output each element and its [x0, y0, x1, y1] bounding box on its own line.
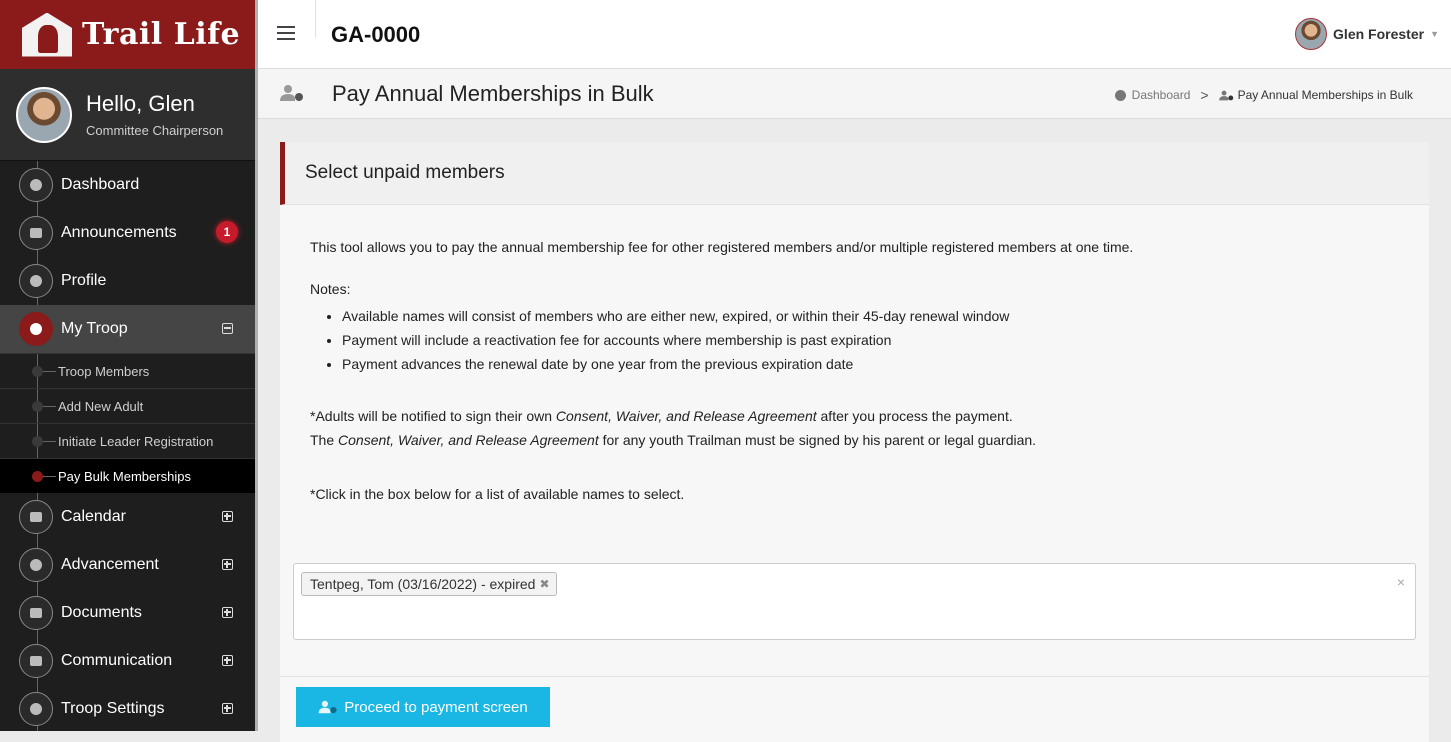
- sidebar-item-label: Advancement: [61, 556, 159, 573]
- trail-life-emblem-icon: [22, 12, 72, 57]
- sidebar-item-documents[interactable]: Documents: [0, 589, 255, 637]
- sidebar-item-label: Dashboard: [61, 176, 140, 193]
- page-title: Pay Annual Memberships in Bulk: [332, 81, 654, 106]
- clear-selection-icon[interactable]: ×: [1397, 574, 1405, 590]
- sidebar-item-announcements[interactable]: Announcements 1: [0, 209, 255, 257]
- user-name: Glen Forester: [1333, 26, 1425, 42]
- select-members-panel: Select unpaid members This tool allows y…: [280, 142, 1429, 742]
- list-item: Available names will consist of members …: [342, 304, 1417, 328]
- user-payment-icon: [280, 85, 303, 101]
- breadcrumb: Dashboard > Pay Annual Memberships in Bu…: [1114, 87, 1413, 103]
- sidebar-subitem-pay-bulk-memberships[interactable]: Pay Bulk Memberships: [0, 458, 255, 493]
- brand-name: Trail Life: [82, 17, 241, 52]
- chevron-right-icon: >: [1200, 87, 1209, 103]
- sidebar-item-label: My Troop: [61, 320, 128, 337]
- avatar: [1295, 18, 1328, 50]
- page-header: Pay Annual Memberships in Bulk Dashboard…: [258, 69, 1451, 119]
- intro-text: This tool allows you to pay the annual m…: [310, 239, 1134, 255]
- sidebar-item-my-troop[interactable]: My Troop: [0, 305, 255, 353]
- agreement-name: Consent, Waiver, and Release Agreement: [338, 432, 599, 448]
- top-bar: GA-0000 Glen Forester ▼: [258, 0, 1451, 69]
- list-item: Payment will include a reactivation fee …: [342, 328, 1417, 352]
- button-label: Proceed to payment screen: [344, 698, 528, 716]
- megaphone-icon: [19, 216, 53, 250]
- sidebar-item-advancement[interactable]: Advancement: [0, 541, 255, 589]
- sidebar-nav: Dashboard Announcements 1 Profile My Tro…: [0, 161, 255, 731]
- group-icon: [19, 312, 53, 346]
- sidebar-item-communication[interactable]: Communication: [0, 637, 255, 685]
- user-summary: Hello, Glen Committee Chairperson: [0, 69, 255, 161]
- panel-title: Select unpaid members: [305, 162, 505, 183]
- user-payment-icon: [1218, 90, 1233, 100]
- list-item: Payment advances the renewal date by one…: [342, 352, 1417, 376]
- sidebar-subitem-label: Pay Bulk Memberships: [58, 468, 191, 484]
- sidebar-item-troop-settings[interactable]: Troop Settings: [0, 685, 255, 731]
- proceed-to-payment-button[interactable]: Proceed to payment screen: [296, 687, 550, 727]
- dashboard-icon: [1114, 89, 1126, 101]
- user-payment-icon: [318, 700, 337, 714]
- sidebar-subitem-label: Troop Members: [58, 363, 150, 379]
- chip-label: Tentpeg, Tom (03/16/2022) - expired: [310, 576, 536, 592]
- agreement-name: Consent, Waiver, and Release Agreement: [555, 408, 817, 424]
- user-greeting: Hello, Glen: [86, 91, 195, 116]
- breadcrumb-dashboard-link[interactable]: Dashboard: [1132, 88, 1191, 102]
- sidebar-item-label: Announcements: [61, 224, 177, 241]
- panel-header: Select unpaid members: [280, 142, 1429, 205]
- legal-notice: *Adults will be notified to sign their o…: [310, 408, 1037, 448]
- collapse-icon[interactable]: [222, 323, 233, 334]
- dashboard-icon: [19, 168, 53, 202]
- selected-member-chip: Tentpeg, Tom (03/16/2022) - expired ✖: [301, 572, 557, 596]
- sidebar-subitem-initiate-leader-registration[interactable]: Initiate Leader Registration: [0, 423, 255, 458]
- sidebar-item-label: Communication: [61, 652, 173, 669]
- sidebar-subitem-add-new-adult[interactable]: Add New Adult: [0, 388, 255, 423]
- sidebar-item-dashboard[interactable]: Dashboard: [0, 161, 255, 209]
- member-multiselect[interactable]: Tentpeg, Tom (03/16/2022) - expired ✖ ×: [293, 563, 1416, 640]
- announcements-count-badge: 1: [216, 221, 238, 243]
- document-icon: [19, 596, 53, 630]
- gears-icon: [19, 692, 53, 726]
- breadcrumb-current: Pay Annual Memberships in Bulk: [1237, 88, 1413, 102]
- sidebar-item-label: Documents: [61, 604, 142, 621]
- user-role: Committee Chairperson: [86, 123, 224, 138]
- unit-code: GA-0000: [331, 22, 421, 47]
- menu-toggle-icon[interactable]: [277, 26, 295, 40]
- hiker-icon: [19, 548, 53, 582]
- select-hint: *Click in the box below for a list of av…: [310, 486, 685, 502]
- expand-icon[interactable]: [222, 607, 233, 618]
- chevron-down-icon: ▼: [1430, 29, 1439, 39]
- user-menu[interactable]: Glen Forester ▼: [1295, 18, 1439, 50]
- avatar[interactable]: [16, 86, 72, 143]
- sidebar-subitem-label: Initiate Leader Registration: [58, 433, 214, 449]
- remove-chip-icon[interactable]: ✖: [539, 577, 549, 591]
- user-icon: [19, 264, 53, 298]
- sidebar-item-label: Profile: [61, 272, 107, 289]
- sidebar-item-label: Calendar: [61, 508, 126, 525]
- sidebar-item-profile[interactable]: Profile: [0, 257, 255, 305]
- brand-logo[interactable]: Trail Life: [0, 0, 255, 69]
- sidebar-subitem-label: Add New Adult: [58, 398, 144, 414]
- notes-list: Available names will consist of members …: [310, 304, 1417, 376]
- expand-icon[interactable]: [222, 511, 233, 522]
- sidebar-subitem-troop-members[interactable]: Troop Members: [0, 353, 255, 388]
- sidebar: Trail Life Hello, Glen Committee Chairpe…: [0, 0, 258, 731]
- envelope-icon: [19, 644, 53, 678]
- sidebar-item-label: Troop Settings: [61, 700, 165, 717]
- expand-icon[interactable]: [222, 655, 233, 666]
- expand-icon[interactable]: [222, 703, 233, 714]
- notes-label: Notes:: [310, 281, 351, 297]
- calendar-icon: [19, 500, 53, 534]
- sidebar-item-calendar[interactable]: Calendar: [0, 493, 255, 541]
- expand-icon[interactable]: [222, 559, 233, 570]
